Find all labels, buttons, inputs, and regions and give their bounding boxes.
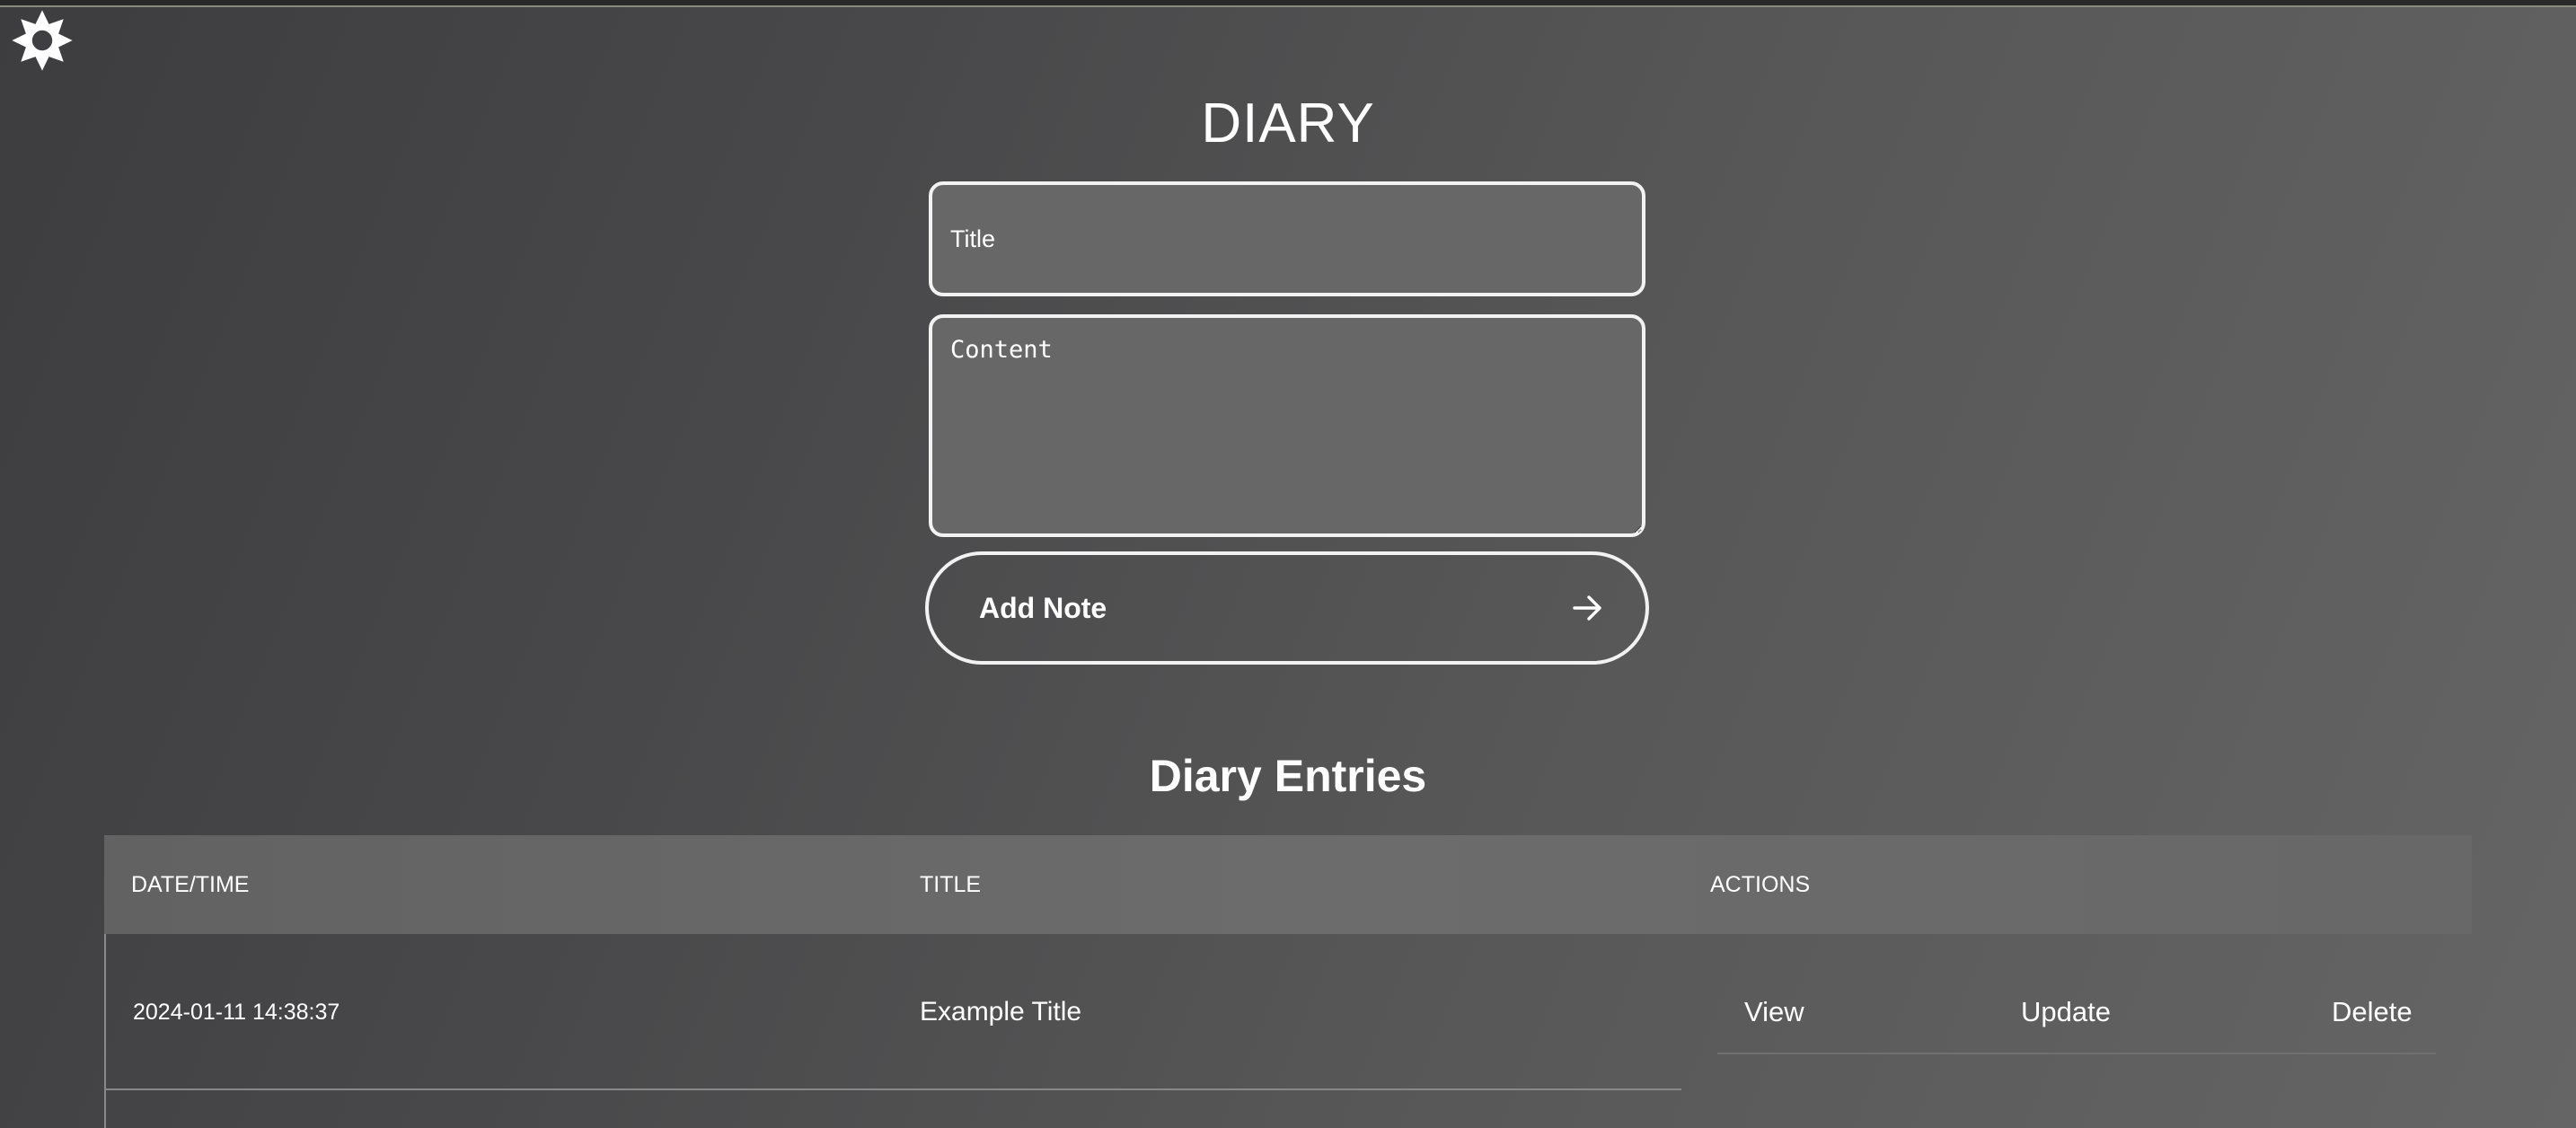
entries-heading: Diary Entries [1149,751,1427,801]
gear-icon[interactable] [11,9,74,72]
add-note-label: Add Note [979,592,1107,624]
actions-divider [1717,1053,2436,1054]
column-header-title: TITLE [920,872,982,897]
add-note-button[interactable]: Add Note [925,551,1649,665]
row-left-divider [104,934,106,1128]
row-bottom-divider [104,1088,1681,1090]
content-textarea[interactable] [929,314,1645,537]
table-row: 2024-01-11 14:38:37 Example Title View U… [104,934,2472,1128]
arrow-right-icon [1573,595,1601,621]
update-button[interactable]: Update [2021,990,2111,1035]
delete-button[interactable]: Delete [2332,990,2413,1035]
page-title: DIARY [1201,93,1375,154]
entry-datetime: 2024-01-11 14:38:37 [133,1000,340,1025]
view-button[interactable]: View [1744,990,1804,1035]
title-input[interactable] [929,181,1645,296]
column-header-datetime: DATE/TIME [131,872,250,897]
entry-title: Example Title [920,997,1082,1027]
top-border-line [0,0,2576,7]
entries-table-header: DATE/TIME TITLE ACTIONS [104,835,2472,934]
column-header-actions: ACTIONS [1710,872,1811,897]
